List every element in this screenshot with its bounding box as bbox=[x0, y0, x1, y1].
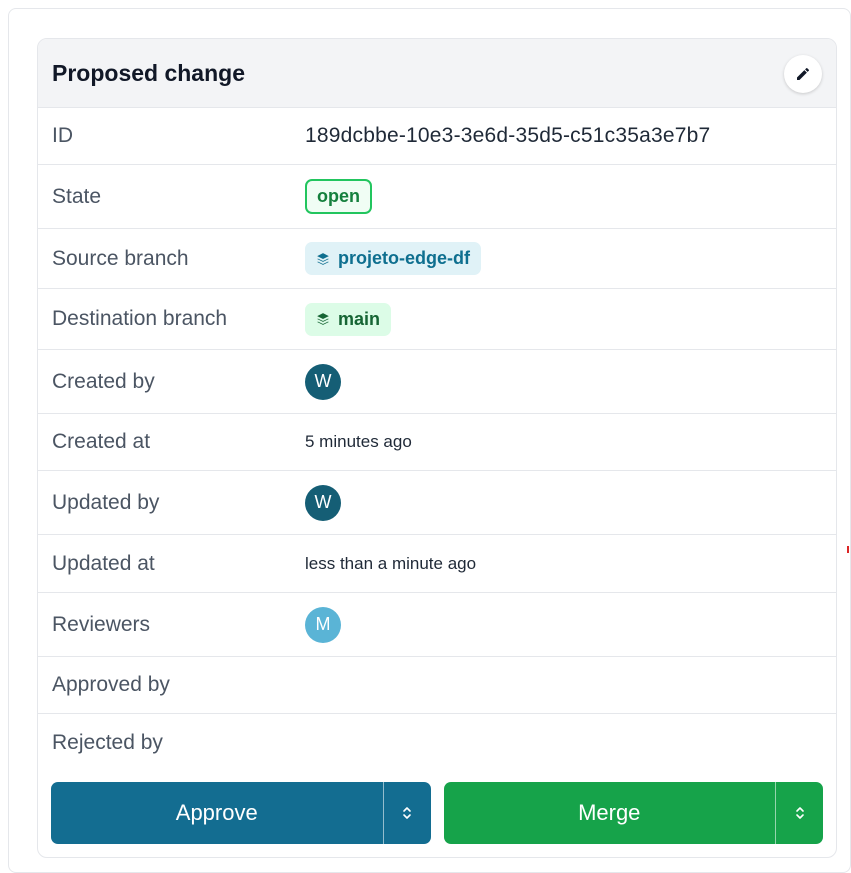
merge-split-button: Merge bbox=[443, 782, 823, 844]
pencil-icon bbox=[797, 67, 810, 80]
label-source-branch: Source branch bbox=[52, 246, 189, 270]
row-created-by: Created by W bbox=[38, 350, 836, 414]
value-state: open bbox=[305, 179, 372, 214]
source-branch-name: projeto-edge-df bbox=[338, 248, 470, 268]
row-rejected-by: Rejected by bbox=[38, 714, 836, 771]
action-bar: Approve Merge bbox=[51, 782, 823, 844]
label-updated-by: Updated by bbox=[52, 490, 160, 514]
value-updated-at: less than a minute ago bbox=[305, 553, 477, 573]
avatar[interactable]: W bbox=[305, 484, 341, 521]
row-destination-branch: Destination branch main bbox=[38, 289, 836, 350]
avatar[interactable]: W bbox=[305, 363, 341, 400]
source-branch-link[interactable]: projeto-edge-df bbox=[305, 242, 481, 275]
row-state: State open bbox=[38, 165, 836, 229]
layers-icon bbox=[317, 313, 329, 325]
merge-button[interactable]: Merge bbox=[443, 782, 775, 844]
scroll-marker bbox=[847, 546, 849, 553]
value-created-at: 5 minutes ago bbox=[305, 432, 412, 451]
row-created-at: Created at 5 minutes ago bbox=[38, 414, 836, 471]
layers-icon bbox=[317, 252, 329, 265]
value-created-by: W bbox=[305, 363, 341, 400]
row-id: ID 189dcbbe-10e3-3e6d-35d5-c51c35a3e7b7 bbox=[38, 108, 836, 165]
label-created-by: Created by bbox=[52, 369, 155, 393]
state-badge: open bbox=[305, 179, 372, 214]
value-source-branch: projeto-edge-df bbox=[305, 242, 481, 275]
approve-options-toggle[interactable] bbox=[382, 782, 431, 844]
value-reviewers: M bbox=[305, 606, 341, 643]
approve-button[interactable]: Approve bbox=[51, 782, 383, 844]
destination-branch-link[interactable]: main bbox=[305, 302, 392, 336]
value-updated-by: W bbox=[305, 484, 341, 521]
card-header: Proposed change bbox=[38, 39, 836, 108]
chevron-up-down-icon bbox=[403, 807, 411, 819]
label-reviewers: Reviewers bbox=[52, 612, 151, 636]
row-updated-by: Updated by W bbox=[38, 471, 836, 535]
row-approved-by: Approved by bbox=[38, 657, 836, 714]
label-approved-by: Approved by bbox=[52, 673, 170, 696]
proposed-change-card: Proposed change ID 189dcbbe-10e3-3e6d-35… bbox=[37, 38, 837, 858]
label-updated-at: Updated at bbox=[52, 551, 155, 575]
label-created-at: Created at bbox=[52, 430, 151, 453]
label-id: ID bbox=[52, 124, 73, 147]
destination-branch-name: main bbox=[338, 308, 381, 329]
avatar[interactable]: M bbox=[305, 606, 341, 643]
edit-button[interactable] bbox=[784, 55, 822, 93]
chevron-up-down-icon bbox=[795, 807, 804, 819]
row-source-branch: Source branch projeto-edge-df bbox=[38, 229, 836, 289]
value-destination-branch: main bbox=[305, 302, 392, 336]
label-state: State bbox=[52, 184, 102, 208]
label-destination-branch: Destination branch bbox=[52, 307, 228, 330]
row-updated-at: Updated at less than a minute ago bbox=[38, 535, 836, 593]
value-id: 189dcbbe-10e3-3e6d-35d5-c51c35a3e7b7 bbox=[305, 124, 711, 147]
card-title: Proposed change bbox=[52, 59, 245, 86]
approve-split-button: Approve bbox=[51, 782, 431, 844]
label-rejected-by: Rejected by bbox=[52, 730, 163, 754]
row-reviewers: Reviewers M bbox=[38, 593, 836, 657]
merge-options-toggle[interactable] bbox=[775, 782, 823, 844]
